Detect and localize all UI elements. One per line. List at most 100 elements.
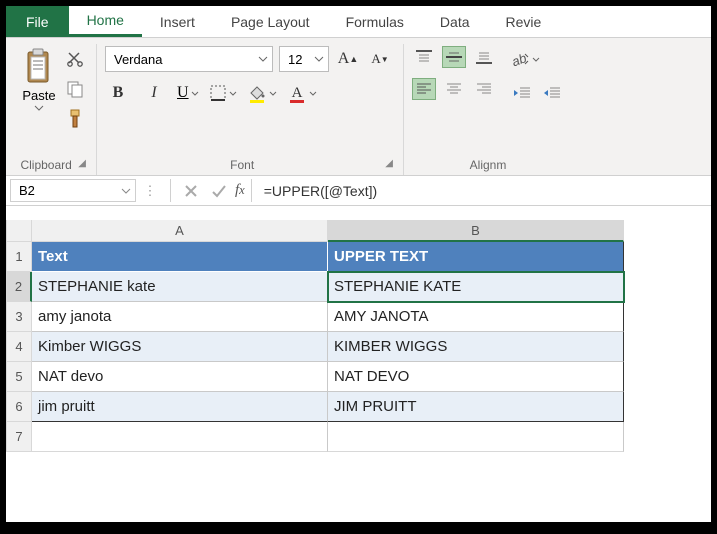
group-label-font: Font ◢ (105, 155, 393, 173)
group-label-clipboard: Clipboard ◢ (20, 155, 86, 173)
group-alignment: ab Alignm (404, 44, 574, 175)
cancel-formula-button[interactable] (177, 176, 205, 205)
font-color-icon: A (287, 83, 307, 103)
align-middle-button[interactable] (442, 46, 466, 68)
paste-label: Paste (22, 88, 55, 103)
svg-text:ab: ab (510, 50, 528, 68)
decrease-indent-icon (513, 86, 531, 100)
x-icon (184, 184, 198, 198)
decrease-font-button[interactable]: A▼ (367, 46, 393, 72)
cell-B5[interactable]: NAT DEVO (328, 362, 624, 392)
tab-file[interactable]: File (6, 6, 69, 37)
tab-review[interactable]: Revie (488, 6, 560, 37)
cell-B4[interactable]: KIMBER WIGGS (328, 332, 624, 362)
group-clipboard: Paste (12, 44, 97, 175)
cell-B2[interactable]: STEPHANIE KATE (328, 272, 624, 302)
dialog-launcher-icon[interactable]: ◢ (72, 158, 86, 169)
align-center-icon (446, 82, 462, 96)
col-header-A[interactable]: A (32, 220, 328, 242)
format-painter-button[interactable] (64, 108, 86, 130)
increase-font-button[interactable]: A▲ (335, 46, 361, 72)
copy-button[interactable] (64, 78, 86, 100)
row-header-1[interactable]: 1 (6, 242, 32, 272)
paste-button[interactable]: Paste (20, 46, 58, 130)
increase-indent-icon (543, 86, 561, 100)
orientation-button[interactable]: ab (510, 46, 540, 72)
borders-button[interactable] (209, 80, 237, 106)
cell-A1[interactable]: Text (32, 242, 328, 272)
align-right-button[interactable] (472, 78, 496, 100)
italic-button[interactable]: I (141, 80, 167, 106)
row-header-4[interactable]: 4 (6, 332, 32, 362)
tab-formulas[interactable]: Formulas (328, 6, 422, 37)
chevron-down-icon (121, 188, 131, 194)
fx-label[interactable]: fx (233, 176, 251, 205)
cell-B3[interactable]: AMY JANOTA (328, 302, 624, 332)
chevron-down-icon (191, 91, 199, 96)
chevron-down-icon (229, 91, 237, 96)
bold-button[interactable]: B (105, 80, 131, 106)
chevron-down-icon (258, 56, 268, 62)
font-name-select[interactable]: Verdana (105, 46, 273, 72)
dialog-launcher-icon[interactable]: ◢ (379, 158, 393, 169)
select-all-corner[interactable] (6, 220, 32, 242)
decrease-indent-button[interactable] (510, 82, 534, 104)
tab-insert[interactable]: Insert (142, 6, 213, 37)
cell-A2[interactable]: STEPHANIE kate (32, 272, 328, 302)
name-box[interactable]: B2 (10, 179, 136, 202)
align-left-button[interactable] (412, 78, 436, 100)
ribbon: Paste (6, 38, 711, 176)
fill-color-button[interactable] (247, 80, 277, 106)
font-color-button[interactable]: A (287, 80, 317, 106)
paintbrush-icon (66, 109, 84, 129)
tab-home[interactable]: Home (69, 6, 142, 37)
row-header-6[interactable]: 6 (6, 392, 32, 422)
align-center-button[interactable] (442, 78, 466, 100)
font-size-select[interactable]: 12 (279, 46, 329, 72)
cell-A5[interactable]: NAT devo (32, 362, 328, 392)
row-header-2[interactable]: 2 (6, 272, 32, 302)
align-bottom-icon (476, 50, 492, 64)
align-bottom-button[interactable] (472, 46, 496, 68)
ribbon-tabs: File Home Insert Page Layout Formulas Da… (6, 6, 711, 38)
chevron-down-icon (309, 91, 317, 96)
align-left-icon (416, 82, 432, 96)
align-top-icon (416, 50, 432, 64)
cut-button[interactable] (64, 48, 86, 70)
chevron-down-icon (532, 57, 540, 62)
worksheet[interactable]: A B 1 Text UPPER TEXT 2 STEPHANIE kate S… (6, 206, 711, 522)
formula-input[interactable] (258, 176, 711, 205)
chevron-down-icon (34, 105, 44, 111)
clipboard-icon (22, 48, 56, 86)
increase-indent-button[interactable] (540, 82, 564, 104)
tab-page-layout[interactable]: Page Layout (213, 6, 328, 37)
excel-window: File Home Insert Page Layout Formulas Da… (6, 6, 711, 522)
formula-bar: B2 ⋮ fx (6, 176, 711, 206)
font-size-value: 12 (288, 52, 302, 67)
check-icon (211, 184, 227, 198)
row-header-5[interactable]: 5 (6, 362, 32, 392)
underline-button[interactable]: U (177, 80, 199, 106)
chevron-down-icon (269, 91, 277, 96)
cell-A3[interactable]: amy janota (32, 302, 328, 332)
group-font: Verdana 12 A▲ A▼ B I U (97, 44, 404, 175)
group-label-alignment: Alignm (412, 155, 564, 173)
cell-A4[interactable]: Kimber WIGGS (32, 332, 328, 362)
cell-B1[interactable]: UPPER TEXT (328, 242, 624, 272)
row-header-7[interactable]: 7 (6, 422, 32, 452)
cell-A7[interactable] (32, 422, 328, 452)
font-name-value: Verdana (114, 52, 162, 67)
col-header-B[interactable]: B (328, 220, 624, 242)
name-box-value: B2 (19, 183, 35, 198)
cell-A6[interactable]: jim pruitt (32, 392, 328, 422)
orientation-icon: ab (510, 50, 530, 68)
cell-B6[interactable]: JIM PRUITT (328, 392, 624, 422)
tab-data[interactable]: Data (422, 6, 488, 37)
border-icon (209, 84, 227, 102)
bucket-icon (247, 83, 267, 103)
cell-B7[interactable] (328, 422, 624, 452)
align-top-button[interactable] (412, 46, 436, 68)
enter-formula-button[interactable] (205, 176, 233, 205)
row-header-3[interactable]: 3 (6, 302, 32, 332)
formula-menu-button[interactable]: ⋮ (136, 176, 164, 205)
